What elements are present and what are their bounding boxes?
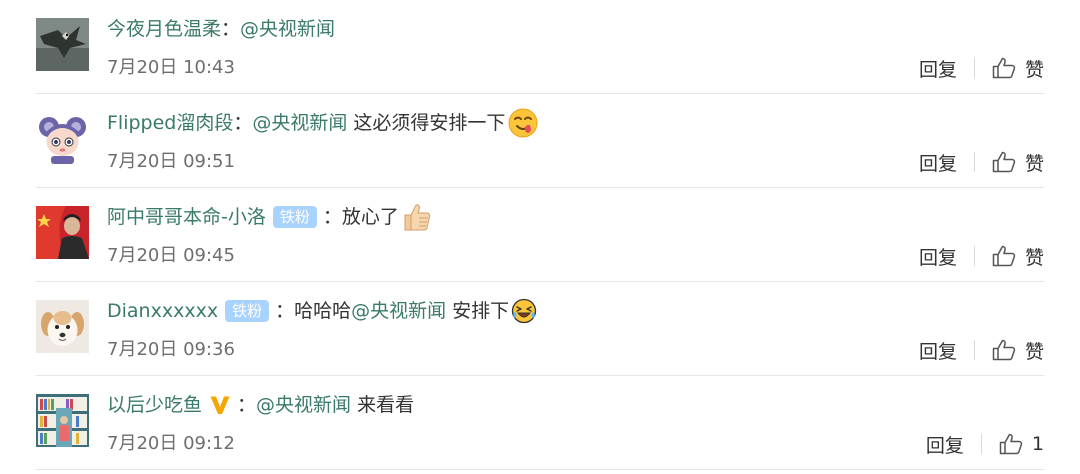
action-divider bbox=[980, 434, 982, 454]
thumbs-up-icon bbox=[992, 57, 1016, 79]
flag-person-avatar-icon bbox=[36, 206, 89, 259]
comment-text: 这必须得安排一下 bbox=[347, 112, 506, 134]
avatar[interactable] bbox=[36, 112, 89, 165]
comment-item: Dianxxxxxx 铁粉 ： 哈哈哈 @央视新闻 安排下 7月20日 09:3… bbox=[36, 282, 1044, 376]
action-divider bbox=[973, 340, 975, 360]
comment-text-prefix: 哈哈哈 bbox=[294, 300, 352, 322]
like-button[interactable]: 1 bbox=[999, 433, 1044, 455]
timestamp: 7月20日 09:51 bbox=[107, 151, 235, 172]
thumbs-up-icon bbox=[992, 151, 1016, 173]
comment-item: 今夜月色温柔 ： @央视新闻 7月20日 10:43 回复 赞 bbox=[36, 0, 1044, 94]
comment-actions: 回复 赞 bbox=[919, 53, 1044, 83]
verified-v-icon bbox=[209, 394, 231, 416]
avatar[interactable] bbox=[36, 394, 89, 447]
mention-link[interactable]: @央视新闻 bbox=[256, 389, 351, 421]
comment-actions: 回复 赞 bbox=[919, 241, 1044, 271]
timestamp: 7月20日 10:43 bbox=[107, 57, 235, 78]
comment-text: 来看看 bbox=[351, 394, 415, 416]
laughing-tears-emoji-icon bbox=[511, 298, 537, 324]
reply-button[interactable]: 回复 bbox=[919, 337, 957, 364]
comment-content: 今夜月色温柔 ： @央视新闻 bbox=[107, 13, 335, 45]
comment-item: 以后少吃鱼 ： @央视新闻 来看看 7月20日 09:12 回复 1 bbox=[36, 376, 1044, 470]
thumbs-up-icon bbox=[999, 433, 1023, 455]
like-label: 赞 bbox=[1024, 246, 1044, 269]
reply-button[interactable]: 回复 bbox=[919, 149, 957, 176]
username-link[interactable]: 以后少吃鱼 bbox=[107, 389, 202, 421]
comment-actions: 回复 赞 bbox=[919, 335, 1044, 365]
thumbs-up-emoji-icon bbox=[401, 201, 433, 233]
comment-actions: 回复 1 bbox=[926, 429, 1044, 459]
like-button[interactable]: 赞 bbox=[992, 149, 1044, 176]
timestamp: 7月20日 09:12 bbox=[107, 433, 235, 454]
avatar[interactable] bbox=[36, 206, 89, 259]
bookshelf-avatar-icon bbox=[36, 394, 89, 447]
username-link[interactable]: 阿中哥哥本命-小洛 bbox=[107, 201, 266, 233]
like-label: 赞 bbox=[1024, 152, 1044, 175]
thumbs-up-icon bbox=[992, 339, 1016, 361]
like-button[interactable]: 赞 bbox=[992, 337, 1044, 364]
like-button[interactable]: 赞 bbox=[992, 55, 1044, 82]
mention-link[interactable]: @央视新闻 bbox=[351, 295, 446, 327]
comment-item: 阿中哥哥本命-小洛 铁粉 ： 放心了 7月20日 09:45 回复 赞 bbox=[36, 188, 1044, 282]
username-link[interactable]: 今夜月色温柔 bbox=[107, 13, 221, 45]
reply-button[interactable]: 回复 bbox=[926, 431, 964, 458]
fan-badge: 铁粉 bbox=[225, 300, 270, 322]
colon-separator: ： bbox=[233, 112, 253, 134]
reply-button[interactable]: 回复 bbox=[919, 243, 957, 270]
comment-item: Flipped溜肉段 ： @央视新闻 这必须得安排一下 7月20日 09:51 … bbox=[36, 94, 1044, 188]
username-link[interactable]: Dianxxxxxx bbox=[107, 295, 218, 327]
timestamp: 7月20日 09:36 bbox=[107, 339, 235, 360]
puppy-avatar-icon bbox=[36, 300, 89, 353]
colon-separator: ： bbox=[221, 18, 241, 40]
reply-button[interactable]: 回复 bbox=[919, 55, 957, 82]
username-link[interactable]: Flipped溜肉段 bbox=[107, 107, 233, 139]
colon-separator: ： bbox=[322, 206, 342, 228]
comment-text: 放心了 bbox=[341, 206, 399, 228]
action-divider bbox=[973, 152, 975, 172]
like-label: 赞 bbox=[1024, 58, 1044, 81]
mention-link[interactable]: @央视新闻 bbox=[240, 13, 335, 45]
action-divider bbox=[973, 246, 975, 266]
fan-badge: 铁粉 bbox=[272, 206, 317, 228]
like-count: 1 bbox=[1031, 433, 1044, 455]
avatar[interactable] bbox=[36, 18, 89, 71]
comment-list: 今夜月色温柔 ： @央视新闻 7月20日 10:43 回复 赞 Flipped溜… bbox=[0, 0, 1080, 474]
cartoon-mouse-avatar-icon bbox=[36, 112, 89, 165]
avatar[interactable] bbox=[36, 300, 89, 353]
drooling-face-emoji-icon bbox=[507, 107, 539, 139]
mention-link[interactable]: @央视新闻 bbox=[252, 107, 347, 139]
eagle-avatar-icon bbox=[36, 18, 89, 71]
like-button[interactable]: 赞 bbox=[992, 243, 1044, 270]
timestamp: 7月20日 09:45 bbox=[107, 245, 235, 266]
comment-content: Dianxxxxxx 铁粉 ： 哈哈哈 @央视新闻 安排下 bbox=[107, 295, 537, 327]
action-divider bbox=[973, 58, 975, 78]
colon-separator: ： bbox=[237, 394, 257, 416]
comment-content: 阿中哥哥本命-小洛 铁粉 ： 放心了 bbox=[107, 201, 433, 233]
colon-separator: ： bbox=[275, 300, 295, 322]
like-label: 赞 bbox=[1024, 340, 1044, 363]
comment-actions: 回复 赞 bbox=[919, 147, 1044, 177]
comment-content: 以后少吃鱼 ： @央视新闻 来看看 bbox=[107, 389, 414, 421]
comment-text: 安排下 bbox=[446, 300, 510, 322]
thumbs-up-icon bbox=[992, 245, 1016, 267]
comment-content: Flipped溜肉段 ： @央视新闻 这必须得安排一下 bbox=[107, 107, 539, 139]
